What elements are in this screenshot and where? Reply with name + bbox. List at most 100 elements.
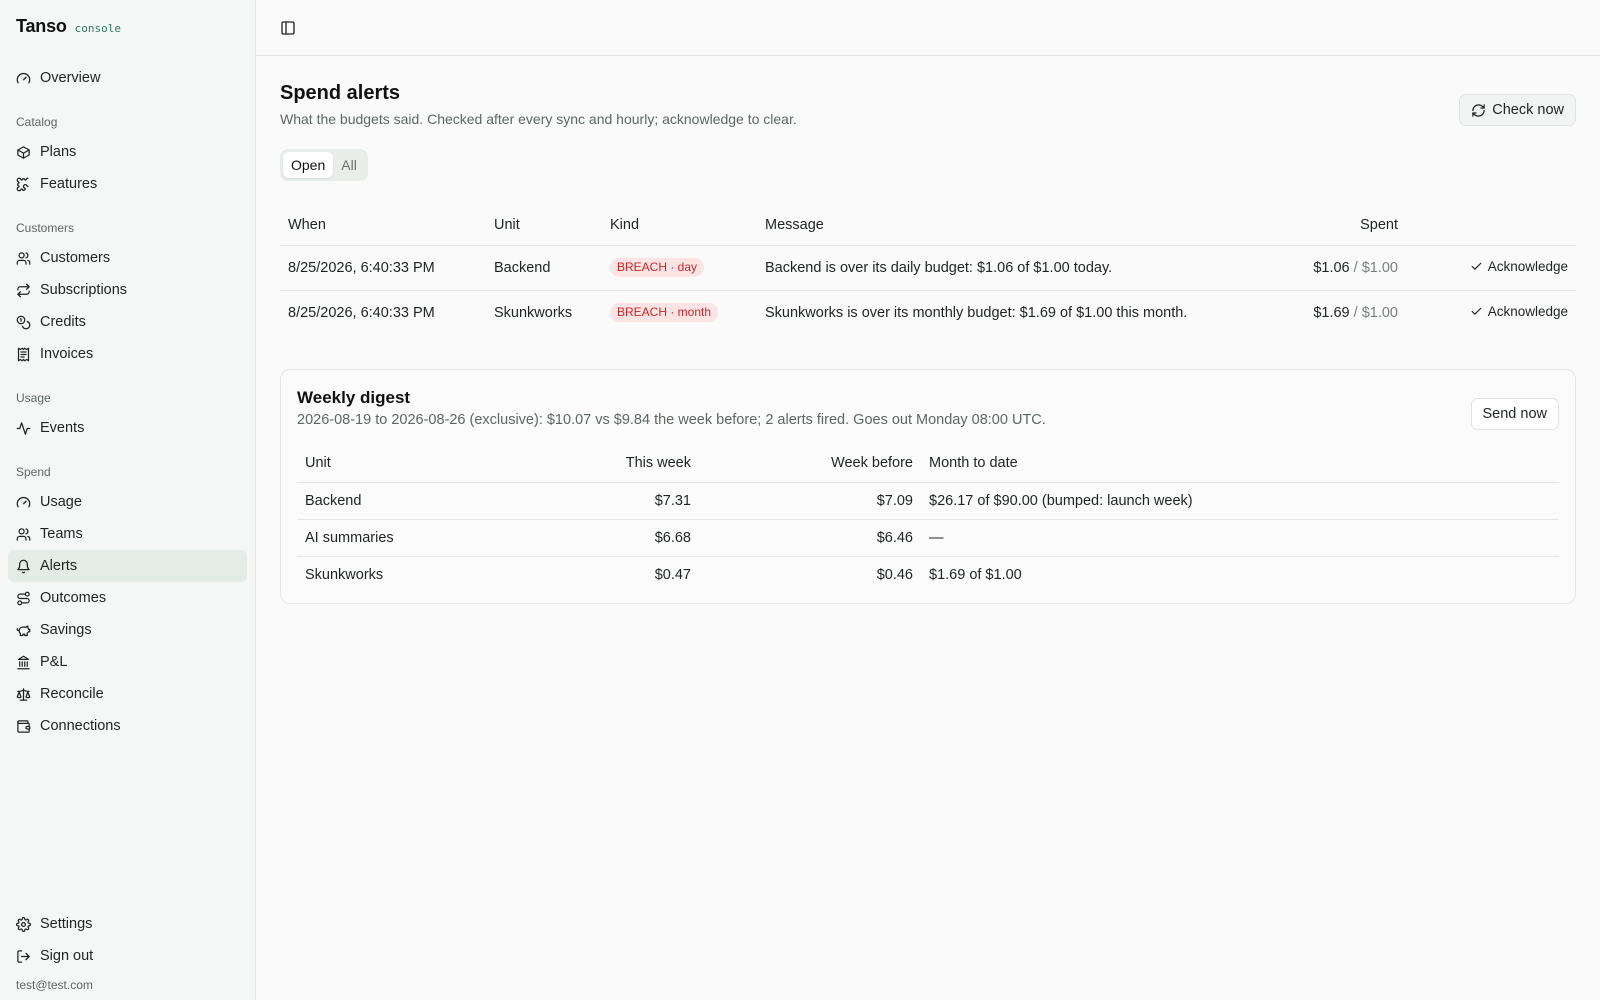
alert-filter: Open All [280, 149, 368, 181]
receipt-icon [17, 347, 30, 361]
repeat-icon [17, 283, 30, 297]
gauge-icon [16, 72, 31, 83]
route-icon [17, 591, 30, 605]
sidebar-item-teams[interactable]: Teams [8, 518, 247, 550]
nav-group-customers: Customers [16, 221, 75, 235]
budget-value: / $1.00 [1353, 304, 1398, 321]
sidebar-item-label: Sign out [40, 948, 94, 964]
column-month-to-date: Month to date [921, 444, 1559, 483]
column-spent: Spent [1256, 205, 1406, 246]
sidebar-item-label: Usage [40, 494, 82, 510]
main-area: Spend alerts What the budgets said. Chec… [256, 0, 1600, 1000]
acknowledge-button[interactable]: Acknowledge [1470, 259, 1568, 274]
log-out-icon [17, 949, 30, 963]
sidebar-item-plans[interactable]: Plans [8, 136, 247, 168]
column-actions [1406, 205, 1576, 246]
digest-mtd: $26.17 of $90.00 (bumped: launch week) [921, 482, 1559, 520]
spent-value: $1.06 [1313, 259, 1350, 276]
sidebar-item-label: Subscriptions [40, 282, 128, 298]
sidebar-item-label: Features [40, 176, 98, 192]
alert-spent: $1.69 / $1.00 [1256, 290, 1406, 335]
sidebar-item-sign-out[interactable]: Sign out [8, 940, 247, 972]
spent-value: $1.69 [1313, 304, 1350, 321]
alert-unit: Skunkworks [494, 304, 573, 321]
sidebar-item-customers[interactable]: Customers [8, 242, 247, 274]
toggle-sidebar-button[interactable] [274, 14, 302, 42]
acknowledge-label: Acknowledge [1487, 303, 1568, 319]
table-row: 8/25/2026, 6:40:33 PM Skunkworks BREACH … [280, 290, 1576, 335]
digest-week-before: $0.46 [876, 566, 913, 583]
digest-header: Weekly digest 2026-08-19 to 2026-08-26 (… [297, 386, 1559, 430]
sidebar-item-connections[interactable]: Connections [8, 710, 247, 742]
filter-open-tab[interactable]: Open [283, 152, 334, 178]
sidebar-item-usage[interactable]: Usage [8, 486, 247, 518]
app-root: Tanso console Overview Catalog Plans Fea… [0, 0, 1600, 1000]
sidebar-item-pnl[interactable]: P&L [8, 646, 247, 678]
sidebar: Tanso console Overview Catalog Plans Fea… [0, 0, 256, 1000]
brand-tag: console [74, 22, 122, 35]
users-icon [16, 527, 31, 541]
breach-badge: BREACH · day [610, 258, 705, 277]
sidebar-item-label: Customers [40, 250, 111, 266]
sidebar-item-label: P&L [40, 654, 68, 670]
column-kind: Kind [602, 205, 757, 246]
panel-left-icon [281, 20, 295, 35]
digest-title: Weekly digest [297, 388, 411, 407]
sidebar-item-label: Alerts [40, 558, 78, 574]
alert-when: 8/25/2026, 6:40:33 PM [280, 245, 486, 291]
piggy-bank-icon [16, 625, 31, 636]
nav-group-spend: Spend [16, 465, 51, 479]
sidebar-item-overview[interactable]: Overview [8, 62, 247, 94]
budget-value: / $1.00 [1353, 259, 1398, 276]
digest-subtitle: 2026-08-19 to 2026-08-26 (exclusive): $1… [297, 412, 1046, 428]
user-email: test@test.com [16, 978, 93, 992]
sidebar-item-subscriptions[interactable]: Subscriptions [8, 274, 247, 306]
bell-icon [17, 559, 30, 573]
breach-badge: BREACH · month [610, 303, 719, 323]
acknowledge-button[interactable]: Acknowledge [1470, 304, 1568, 319]
sidebar-item-label: Invoices [40, 346, 94, 362]
sidebar-item-savings[interactable]: Savings [8, 614, 247, 646]
sidebar-item-outcomes[interactable]: Outcomes [8, 582, 247, 614]
column-when: When [280, 205, 486, 246]
topbar [256, 0, 1600, 56]
coins-icon [16, 315, 31, 329]
column-unit: Unit [297, 444, 477, 483]
brand-name: Tanso [16, 16, 67, 36]
alert-unit: Backend [486, 245, 602, 291]
sidebar-item-label: Overview [40, 70, 101, 86]
page-content: Spend alerts What the budgets said. Chec… [256, 56, 1600, 604]
send-now-button[interactable]: Send now [1470, 398, 1559, 430]
sidebar-footer: Settings Sign out test@test.com [8, 908, 247, 1000]
table-row: Skunkworks $0.47 $0.46 $1.69 of $1.00 [297, 556, 1559, 593]
check-now-button[interactable]: Check now [1459, 94, 1576, 126]
sidebar-item-alerts[interactable]: Alerts [8, 550, 247, 582]
nav-group-usage: Usage [16, 391, 51, 405]
table-row: 8/25/2026, 6:40:33 PM Backend BREACH · d… [280, 245, 1576, 291]
alert-action: Acknowledge [1406, 245, 1576, 291]
alerts-table: When Unit Kind Message Spent 8/25/2026, … [280, 205, 1576, 335]
column-unit: Unit [486, 205, 602, 246]
sidebar-item-settings[interactable]: Settings [8, 908, 247, 940]
sidebar-nav: Overview Catalog Plans Features Customer… [8, 52, 247, 1000]
digest-unit: Backend [297, 482, 477, 520]
sidebar-item-credits[interactable]: Credits [8, 306, 247, 338]
digest-mtd: $1.69 of $1.00 [929, 566, 1022, 583]
sidebar-item-events[interactable]: Events [8, 412, 247, 444]
sidebar-item-reconcile[interactable]: Reconcile [8, 678, 247, 710]
alert-kind: BREACH · month [602, 290, 757, 335]
sidebar-item-label: Settings [40, 916, 93, 932]
sidebar-item-label: Outcomes [40, 590, 107, 606]
digest-table: Unit This week Week before Month to date… [297, 444, 1559, 593]
filter-all-tab[interactable]: All [333, 152, 365, 178]
table-header-row: When Unit Kind Message Spent [280, 205, 1576, 246]
sidebar-item-label: Credits [40, 314, 86, 330]
sidebar-item-label: Savings [40, 622, 92, 638]
sidebar-item-invoices[interactable]: Invoices [8, 338, 247, 370]
check-now-label: Check now [1492, 102, 1564, 118]
table-row: Backend $7.31 $7.09 $26.17 of $90.00 (bu… [297, 482, 1559, 520]
column-message: Message [757, 205, 1256, 246]
sidebar-item-features[interactable]: Features [8, 168, 247, 200]
sidebar-item-label: Teams [40, 526, 83, 542]
digest-this-week: $0.47 [654, 566, 691, 583]
